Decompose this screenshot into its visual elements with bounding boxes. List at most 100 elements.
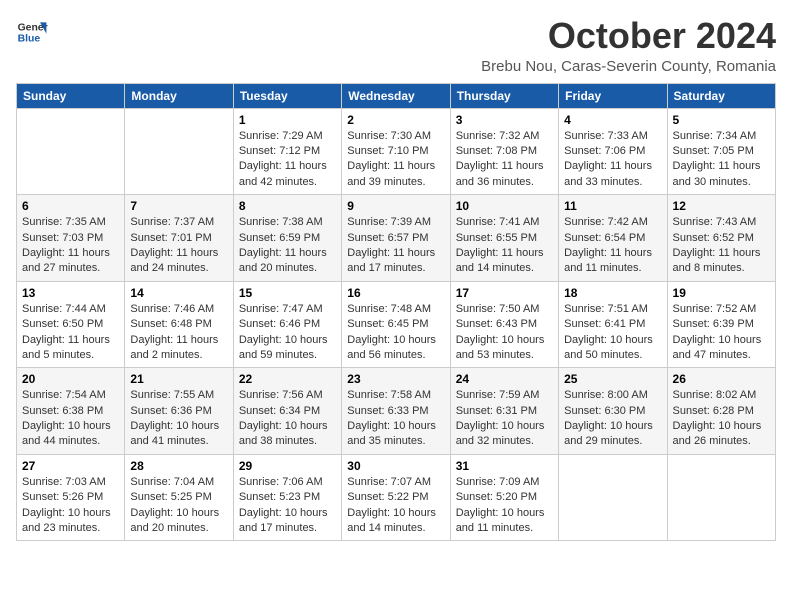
calendar-week-row: 13 Sunrise: 7:44 AM Sunset: 6:50 PM Dayli… bbox=[17, 281, 776, 368]
calendar-day-cell: 14 Sunrise: 7:46 AM Sunset: 6:48 PM Dayli… bbox=[125, 281, 233, 368]
logo-icon: General Blue bbox=[16, 16, 48, 48]
day-number: 24 bbox=[456, 372, 553, 386]
day-info: Sunrise: 7:48 AM Sunset: 6:45 PM Dayligh… bbox=[347, 302, 444, 364]
calendar-day-cell bbox=[125, 108, 233, 195]
day-number: 11 bbox=[564, 199, 661, 213]
day-info: Sunrise: 7:47 AM Sunset: 6:46 PM Dayligh… bbox=[239, 302, 336, 364]
day-info: Sunrise: 7:33 AM Sunset: 7:06 PM Dayligh… bbox=[564, 129, 661, 191]
calendar-day-cell: 22 Sunrise: 7:56 AM Sunset: 6:34 PM Dayli… bbox=[233, 368, 341, 455]
day-info: Sunrise: 7:06 AM Sunset: 5:23 PM Dayligh… bbox=[239, 475, 336, 537]
day-info: Sunrise: 7:04 AM Sunset: 5:25 PM Dayligh… bbox=[130, 475, 227, 537]
day-number: 1 bbox=[239, 113, 336, 127]
calendar-day-cell: 17 Sunrise: 7:50 AM Sunset: 6:43 PM Dayli… bbox=[450, 281, 558, 368]
calendar-day-cell: 24 Sunrise: 7:59 AM Sunset: 6:31 PM Dayli… bbox=[450, 368, 558, 455]
day-info: Sunrise: 7:56 AM Sunset: 6:34 PM Dayligh… bbox=[239, 388, 336, 450]
calendar-day-cell: 26Sunrise: 8:02 AM Sunset: 6:28 PM Dayli… bbox=[667, 368, 775, 455]
day-number: 26 bbox=[673, 372, 770, 386]
day-number: 31 bbox=[456, 459, 553, 473]
day-info: Sunrise: 7:03 AM Sunset: 5:26 PM Dayligh… bbox=[22, 475, 119, 537]
day-number: 16 bbox=[347, 286, 444, 300]
day-info: Sunrise: 7:07 AM Sunset: 5:22 PM Dayligh… bbox=[347, 475, 444, 537]
page-header: General Blue October 2024 Brebu Nou, Car… bbox=[16, 16, 776, 75]
calendar-day-cell: 10Sunrise: 7:41 AM Sunset: 6:55 PM Dayli… bbox=[450, 195, 558, 282]
day-of-week-header: Sunday bbox=[17, 83, 125, 108]
day-number: 15 bbox=[239, 286, 336, 300]
calendar-day-cell: 11 Sunrise: 7:42 AM Sunset: 6:54 PM Dayli… bbox=[559, 195, 667, 282]
day-number: 5 bbox=[673, 113, 770, 127]
day-info: Sunrise: 7:54 AM Sunset: 6:38 PM Dayligh… bbox=[22, 388, 119, 450]
calendar-day-cell: 12 Sunrise: 7:43 AM Sunset: 6:52 PM Dayli… bbox=[667, 195, 775, 282]
location-subtitle: Brebu Nou, Caras-Severin County, Romania bbox=[481, 58, 776, 75]
logo: General Blue bbox=[16, 16, 48, 48]
day-number: 30 bbox=[347, 459, 444, 473]
day-number: 28 bbox=[130, 459, 227, 473]
day-of-week-header: Tuesday bbox=[233, 83, 341, 108]
calendar-week-row: 1 Sunrise: 7:29 AM Sunset: 7:12 PM Daylig… bbox=[17, 108, 776, 195]
day-number: 14 bbox=[130, 286, 227, 300]
calendar-day-cell: 6Sunrise: 7:35 AM Sunset: 7:03 PM Daylig… bbox=[17, 195, 125, 282]
day-of-week-header: Monday bbox=[125, 83, 233, 108]
day-of-week-header: Friday bbox=[559, 83, 667, 108]
day-number: 9 bbox=[347, 199, 444, 213]
calendar-day-cell: 30 Sunrise: 7:07 AM Sunset: 5:22 PM Dayli… bbox=[342, 454, 450, 541]
day-info: Sunrise: 7:32 AM Sunset: 7:08 PM Dayligh… bbox=[456, 129, 553, 191]
day-info: Sunrise: 7:43 AM Sunset: 6:52 PM Dayligh… bbox=[673, 215, 770, 277]
calendar-day-cell: 21Sunrise: 7:55 AM Sunset: 6:36 PM Dayli… bbox=[125, 368, 233, 455]
calendar-table: SundayMondayTuesdayWednesdayThursdayFrid… bbox=[16, 83, 776, 542]
calendar-header-row: SundayMondayTuesdayWednesdayThursdayFrid… bbox=[17, 83, 776, 108]
svg-text:Blue: Blue bbox=[18, 34, 41, 45]
day-number: 8 bbox=[239, 199, 336, 213]
day-number: 22 bbox=[239, 372, 336, 386]
day-number: 6 bbox=[22, 199, 119, 213]
calendar-day-cell: 2 Sunrise: 7:30 AM Sunset: 7:10 PM Daylig… bbox=[342, 108, 450, 195]
day-info: Sunrise: 7:42 AM Sunset: 6:54 PM Dayligh… bbox=[564, 215, 661, 277]
day-number: 12 bbox=[673, 199, 770, 213]
day-info: Sunrise: 7:39 AM Sunset: 6:57 PM Dayligh… bbox=[347, 215, 444, 277]
day-info: Sunrise: 7:09 AM Sunset: 5:20 PM Dayligh… bbox=[456, 475, 553, 537]
calendar-week-row: 27 Sunrise: 7:03 AM Sunset: 5:26 PM Dayli… bbox=[17, 454, 776, 541]
day-info: Sunrise: 7:59 AM Sunset: 6:31 PM Dayligh… bbox=[456, 388, 553, 450]
day-info: Sunrise: 7:44 AM Sunset: 6:50 PM Dayligh… bbox=[22, 302, 119, 364]
day-number: 2 bbox=[347, 113, 444, 127]
day-number: 17 bbox=[456, 286, 553, 300]
calendar-day-cell: 3 Sunrise: 7:32 AM Sunset: 7:08 PM Daylig… bbox=[450, 108, 558, 195]
day-info: Sunrise: 7:52 AM Sunset: 6:39 PM Dayligh… bbox=[673, 302, 770, 364]
calendar-day-cell bbox=[17, 108, 125, 195]
day-number: 21 bbox=[130, 372, 227, 386]
day-number: 13 bbox=[22, 286, 119, 300]
calendar-day-cell: 19 Sunrise: 7:52 AM Sunset: 6:39 PM Dayli… bbox=[667, 281, 775, 368]
day-number: 27 bbox=[22, 459, 119, 473]
calendar-day-cell: 5 Sunrise: 7:34 AM Sunset: 7:05 PM Daylig… bbox=[667, 108, 775, 195]
calendar-day-cell: 9 Sunrise: 7:39 AM Sunset: 6:57 PM Daylig… bbox=[342, 195, 450, 282]
day-info: Sunrise: 7:30 AM Sunset: 7:10 PM Dayligh… bbox=[347, 129, 444, 191]
calendar-day-cell: 4Sunrise: 7:33 AM Sunset: 7:06 PM Daylig… bbox=[559, 108, 667, 195]
calendar-day-cell: 8 Sunrise: 7:38 AM Sunset: 6:59 PM Daylig… bbox=[233, 195, 341, 282]
day-info: Sunrise: 7:50 AM Sunset: 6:43 PM Dayligh… bbox=[456, 302, 553, 364]
day-number: 19 bbox=[673, 286, 770, 300]
calendar-day-cell: 15 Sunrise: 7:47 AM Sunset: 6:46 PM Dayli… bbox=[233, 281, 341, 368]
day-number: 20 bbox=[22, 372, 119, 386]
calendar-day-cell: 7Sunrise: 7:37 AM Sunset: 7:01 PM Daylig… bbox=[125, 195, 233, 282]
day-info: Sunrise: 8:00 AM Sunset: 6:30 PM Dayligh… bbox=[564, 388, 661, 450]
day-number: 7 bbox=[130, 199, 227, 213]
day-info: Sunrise: 7:41 AM Sunset: 6:55 PM Dayligh… bbox=[456, 215, 553, 277]
calendar-day-cell: 23Sunrise: 7:58 AM Sunset: 6:33 PM Dayli… bbox=[342, 368, 450, 455]
day-info: Sunrise: 7:29 AM Sunset: 7:12 PM Dayligh… bbox=[239, 129, 336, 191]
calendar-day-cell bbox=[667, 454, 775, 541]
calendar-day-cell: 13 Sunrise: 7:44 AM Sunset: 6:50 PM Dayli… bbox=[17, 281, 125, 368]
day-info: Sunrise: 7:46 AM Sunset: 6:48 PM Dayligh… bbox=[130, 302, 227, 364]
day-of-week-header: Thursday bbox=[450, 83, 558, 108]
day-number: 29 bbox=[239, 459, 336, 473]
calendar-day-cell: 1 Sunrise: 7:29 AM Sunset: 7:12 PM Daylig… bbox=[233, 108, 341, 195]
calendar-day-cell: 29 Sunrise: 7:06 AM Sunset: 5:23 PM Dayli… bbox=[233, 454, 341, 541]
day-number: 25 bbox=[564, 372, 661, 386]
month-title: October 2024 bbox=[481, 16, 776, 56]
day-info: Sunrise: 7:34 AM Sunset: 7:05 PM Dayligh… bbox=[673, 129, 770, 191]
day-number: 23 bbox=[347, 372, 444, 386]
day-info: Sunrise: 7:38 AM Sunset: 6:59 PM Dayligh… bbox=[239, 215, 336, 277]
day-number: 3 bbox=[456, 113, 553, 127]
calendar-day-cell: 28 Sunrise: 7:04 AM Sunset: 5:25 PM Dayli… bbox=[125, 454, 233, 541]
calendar-day-cell: 31 Sunrise: 7:09 AM Sunset: 5:20 PM Dayli… bbox=[450, 454, 558, 541]
calendar-day-cell: 16 Sunrise: 7:48 AM Sunset: 6:45 PM Dayli… bbox=[342, 281, 450, 368]
day-number: 18 bbox=[564, 286, 661, 300]
